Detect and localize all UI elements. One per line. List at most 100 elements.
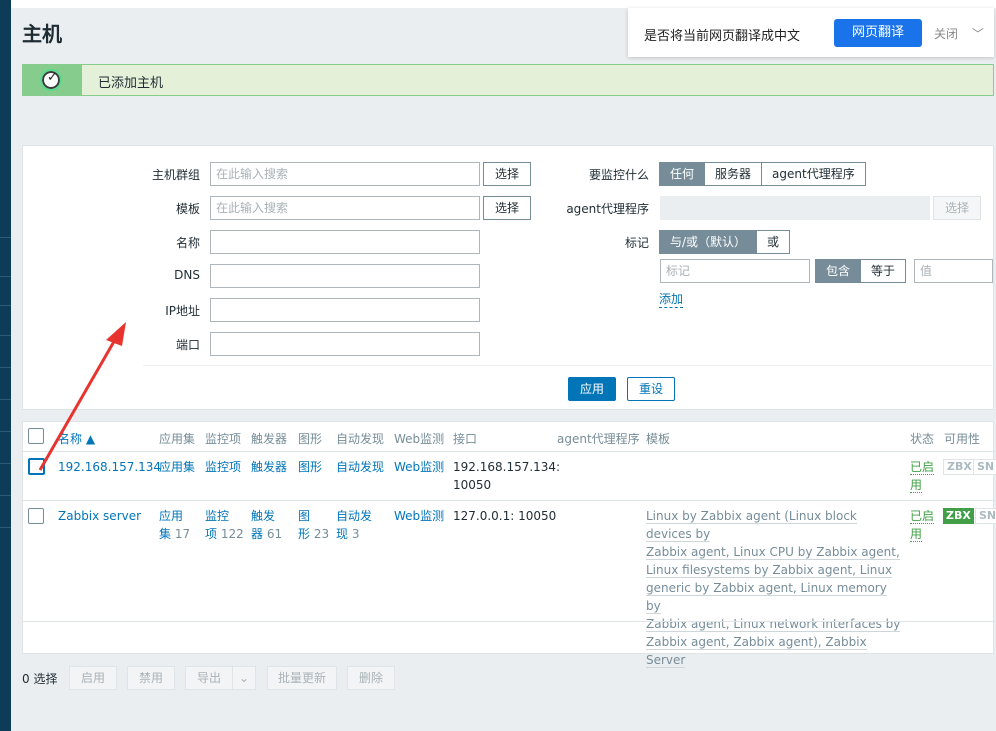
col-triggers: 触发器 — [251, 432, 288, 446]
row-checkbox[interactable] — [28, 458, 45, 475]
col-items: 监控项 — [205, 432, 242, 446]
proxy-select-button[interactable]: 选择 — [933, 196, 981, 220]
left-sidebar — [0, 0, 11, 731]
monitored-by-any[interactable]: 任何 — [659, 162, 706, 186]
items-link[interactable]: 监控项 — [205, 458, 241, 476]
page-title: 主机 — [22, 22, 62, 46]
disable-button[interactable]: 禁用 — [127, 666, 175, 690]
proxy-label: agent代理程序 — [566, 202, 649, 216]
applications-link[interactable]: 应用集 — [159, 458, 195, 476]
template-link[interactable]: Zabbix agent, Linux network interfaces b… — [646, 617, 901, 632]
template-link[interactable]: generic by Zabbix agent, Linux memory by — [646, 581, 887, 614]
discovery-link[interactable]: 自动发现 — [336, 458, 384, 476]
web-link[interactable]: Web监测 — [394, 507, 444, 525]
ip-input[interactable] — [210, 298, 480, 322]
status-enabled[interactable]: 已启 用 — [910, 507, 935, 543]
triggers-cell: 触发 器 61 — [251, 507, 283, 541]
template-link[interactable]: Zabbix agent, Zabbix agent), Zabbix Serv… — [646, 635, 867, 668]
filter-panel: 主机群组 在此输入搜索 选择 模板 在此输入搜索 选择 名称 DNS IP地址 … — [22, 145, 995, 410]
graphs-link[interactable]: 图 — [298, 507, 329, 525]
port-label: 端口 — [175, 338, 200, 352]
checkmark-icon: ✓ — [40, 69, 62, 91]
availability-zbx: ZBX — [943, 459, 976, 475]
monitored-by-label: 要监控什么 — [588, 168, 649, 182]
row-divider — [23, 621, 995, 622]
tag-name-input[interactable]: 标记 — [660, 259, 810, 283]
host-groups-input[interactable]: 在此输入搜索 — [210, 162, 480, 186]
translate-button[interactable]: 网页翻译 — [834, 19, 922, 47]
chevron-down-icon: ⌄ — [238, 671, 250, 685]
col-proxy: agent代理程序 — [557, 432, 640, 446]
col-applications: 应用集 — [159, 432, 196, 446]
col-status[interactable]: 状态 — [910, 430, 934, 447]
dns-label: DNS — [174, 268, 200, 282]
port-input[interactable] — [210, 332, 480, 356]
triggers-link[interactable]: 触发 — [251, 507, 282, 525]
dns-input[interactable] — [210, 264, 480, 288]
export-button[interactable]: 导出 — [185, 666, 233, 690]
tags-operator-or[interactable]: 或 — [757, 230, 791, 254]
template-link[interactable]: Zabbix agent, Linux CPU by Zabbix agent, — [646, 545, 900, 560]
tag-match-equals[interactable]: 等于 — [861, 259, 907, 283]
success-text: 已添加主机 — [98, 76, 164, 91]
col-web: Web监测 — [394, 432, 445, 446]
header-divider — [23, 451, 995, 452]
availability-zbx: ZBX — [943, 508, 974, 524]
top-strip — [11, 0, 996, 8]
graphs-link[interactable]: 图形 — [298, 458, 322, 476]
discovery-link[interactable]: 自动发 — [336, 507, 372, 525]
web-link[interactable]: Web监测 — [394, 458, 444, 476]
col-graphs: 图形 — [298, 432, 323, 446]
monitored-by-proxy[interactable]: agent代理程序 — [762, 162, 866, 186]
reset-button[interactable]: 重设 — [627, 377, 675, 401]
apply-button[interactable]: 应用 — [568, 377, 616, 401]
translate-question: 是否将当前网页翻译成中文 — [644, 29, 801, 44]
add-tag-link[interactable]: 添加 — [659, 290, 684, 308]
select-all-checkbox[interactable] — [28, 428, 44, 444]
applications-link[interactable]: 应用 — [159, 507, 190, 525]
items-link[interactable]: 监控 — [205, 507, 244, 525]
col-name[interactable]: 名称 ▲ — [58, 430, 95, 447]
delete-button[interactable]: 删除 — [347, 666, 395, 690]
triggers-link[interactable]: 触发器 — [251, 458, 287, 476]
name-label: 名称 — [175, 236, 200, 250]
graphs-cell: 图 形 23 — [298, 507, 330, 541]
templates-input[interactable]: 在此输入搜索 — [210, 196, 480, 220]
row-divider — [23, 500, 995, 501]
row-checkbox[interactable] — [28, 508, 44, 524]
host-name-link[interactable]: Zabbix server — [58, 507, 141, 525]
templates-select-button[interactable]: 选择 — [483, 196, 531, 220]
interface-value: 192.168.157.134: 10050 — [453, 460, 561, 492]
templates-list: Linux by Zabbix agent (Linux block devic… — [646, 507, 901, 669]
host-groups-select-button[interactable]: 选择 — [483, 162, 531, 186]
success-badge: ✓ — [22, 65, 82, 95]
template-link[interactable]: Linux filesystems by Zabbix agent, Linux — [646, 563, 893, 578]
monitored-by-server[interactable]: 服务器 — [705, 162, 763, 186]
items-cell: 监控 项 122 — [205, 507, 244, 541]
hosts-table: 名称 ▲ 应用集 监控项 触发器 图形 自动发现 Web监测 接口 agent代… — [22, 421, 996, 668]
export-dropdown-button[interactable]: ⌄ — [232, 666, 256, 690]
selected-count: 0 选择 — [22, 672, 58, 686]
status-enabled[interactable]: 已启 用 — [910, 458, 935, 494]
translate-close-button[interactable]: 关闭 ﹀ — [934, 25, 984, 42]
name-input[interactable] — [210, 230, 480, 254]
ip-label: IP地址 — [165, 304, 200, 318]
tag-match-toggle: 包含 等于 — [815, 259, 907, 283]
chevron-down-icon: ﹀ — [971, 27, 984, 41]
proxy-input — [660, 196, 930, 220]
enable-button[interactable]: 启用 — [69, 666, 117, 690]
tag-value-input[interactable]: 值 — [914, 259, 993, 283]
tags-operator-and-or[interactable]: 与/或（默认） — [659, 230, 758, 254]
tags-operator-toggle: 与/或（默认） 或 — [659, 230, 791, 254]
tags-label: 标记 — [624, 236, 649, 250]
col-interface: 接口 — [453, 432, 478, 446]
availability-snmp: SN — [975, 508, 996, 524]
template-link[interactable]: Linux by Zabbix agent (Linux block devic… — [646, 509, 857, 542]
tag-match-contains[interactable]: 包含 — [815, 259, 862, 283]
discovery-cell: 自动发 现 3 — [336, 507, 373, 541]
col-templates: 模板 — [646, 432, 671, 446]
mass-update-button[interactable]: 批量更新 — [267, 666, 337, 690]
availability-snmp: SN — [973, 459, 996, 475]
host-name-link[interactable]: 192.168.157.134 — [58, 458, 161, 476]
col-discovery: 自动发现 — [336, 432, 385, 446]
